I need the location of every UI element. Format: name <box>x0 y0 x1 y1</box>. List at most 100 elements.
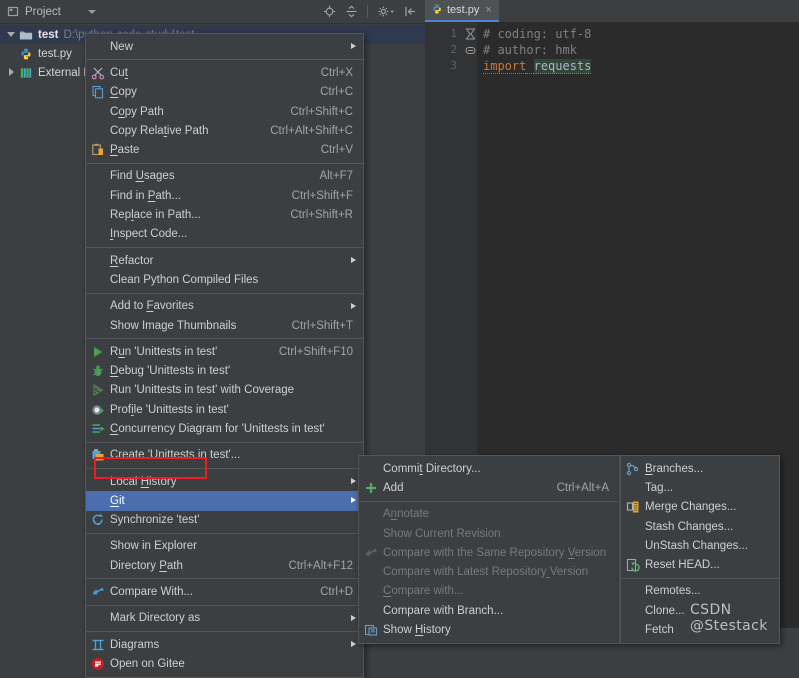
submenu-arrow-icon <box>351 641 356 648</box>
context-menu-item-cut[interactable]: Cut Ctrl+X <box>86 63 363 82</box>
context-menu-item-debug-unittests-in-test[interactable]: Debug 'Unittests in test' <box>86 361 363 380</box>
context-menu-item-refactor[interactable]: Refactor <box>86 251 363 270</box>
toolbar-divider <box>367 5 368 18</box>
fold-collapsed-icon[interactable] <box>463 26 477 42</box>
menu-item-label: Diagrams <box>110 638 160 651</box>
context-menu-item-mark-directory-as[interactable]: Mark Directory as <box>86 609 363 628</box>
context-menu-item-paste[interactable]: Paste Ctrl+V <box>86 140 363 159</box>
menu-item-label: Compare with Branch... <box>383 604 504 617</box>
reset-head-icon <box>621 558 645 572</box>
menu-item-label: Paste <box>110 144 140 157</box>
python-file-icon <box>19 47 34 61</box>
menu-item-label: Replace in Path... <box>110 209 201 222</box>
context-menu-item-run-unittests-in-test[interactable]: Run 'Unittests in test' Ctrl+Shift+F10 <box>86 342 363 361</box>
hide-panel-icon[interactable] <box>404 5 417 18</box>
git-menu2-item-branches[interactable]: Branches... <box>621 459 779 478</box>
context-menu-item-run-unittests-in-test-with-coverage[interactable]: Run 'Unittests in test' with Coverage <box>86 381 363 400</box>
context-menu-item-new[interactable]: New <box>86 37 363 56</box>
python-file-icon <box>431 3 443 18</box>
git-menu-item-compare-with-branch[interactable]: Compare with Branch... <box>359 601 619 620</box>
expand-arrow-icon[interactable] <box>6 29 17 40</box>
menu-separator <box>621 577 779 579</box>
git-menu-item-show-history[interactable]: Show History <box>359 620 619 639</box>
editor-tab-bar: test.py × <box>425 0 799 22</box>
git-menu-item-add[interactable]: Add Ctrl+Alt+A <box>359 478 619 497</box>
menu-item-label: Compare with the Same Repository Version <box>383 546 607 559</box>
context-menu-item-inspect-code[interactable]: Inspect Code... <box>86 225 363 244</box>
context-menu-item-directory-path[interactable]: Directory Path Ctrl+Alt+F12 <box>86 556 363 575</box>
menu-item-shortcut: Ctrl+Alt+A <box>556 481 609 494</box>
git-menu2-item-reset-head[interactable]: Reset HEAD... <box>621 555 779 574</box>
project-panel-toolbar <box>323 5 425 18</box>
menu-item-label: Show Current Revision <box>383 527 501 540</box>
menu-separator <box>86 338 363 340</box>
menu-item-label: Local History <box>110 475 177 488</box>
fold-minus-icon[interactable] <box>463 42 477 58</box>
git-menu2-item-stash-changes[interactable]: Stash Changes... <box>621 517 779 536</box>
context-menu-item-diagrams[interactable]: Diagrams <box>86 635 363 654</box>
context-menu-item-copy[interactable]: Copy Ctrl+C <box>86 83 363 102</box>
menu-item-label: Mark Directory as <box>110 612 201 625</box>
chevron-down-icon[interactable] <box>87 9 96 14</box>
collapse-arrow-icon[interactable] <box>6 67 17 78</box>
git-menu-item-commit-directory[interactable]: Commit Directory... <box>359 459 619 478</box>
menu-item-label: Open on Gitee <box>110 657 185 670</box>
menu-item-label: UnStash Changes... <box>645 539 748 552</box>
context-menu-item-open-on-gitee[interactable]: Open on Gitee <box>86 654 363 673</box>
context-menu-item-show-in-explorer[interactable]: Show in Explorer <box>86 537 363 556</box>
menu-item-label: Synchronize 'test' <box>110 514 200 527</box>
context-menu-item-synchronize-test[interactable]: Synchronize 'test' <box>86 511 363 530</box>
project-panel-title-group[interactable]: Project <box>0 5 96 18</box>
debug-bug-icon <box>86 364 110 378</box>
context-menu-item-find-usages[interactable]: Find Usages Alt+F7 <box>86 167 363 186</box>
git-menu-item-compare-with: Compare with... <box>359 582 619 601</box>
git-menu2-item-tag[interactable]: Tag... <box>621 478 779 497</box>
menu-item-label: Create 'Unittests in test'... <box>110 449 241 462</box>
close-icon[interactable]: × <box>485 4 491 16</box>
context-menu-item-clean-python-compiled-files[interactable]: Clean Python Compiled Files <box>86 270 363 289</box>
menu-item-shortcut: Ctrl+C <box>320 86 353 99</box>
context-menu-item-compare-with[interactable]: Compare With... Ctrl+D <box>86 582 363 601</box>
menu-item-label: Copy Relative Path <box>110 124 209 137</box>
line-number: 1 <box>450 27 457 40</box>
menu-separator <box>86 467 363 469</box>
project-window-icon <box>7 5 20 18</box>
menu-separator <box>86 441 363 443</box>
code-line-3: import requests <box>483 58 799 74</box>
paste-icon <box>86 143 110 157</box>
project-panel-title: Project <box>25 5 61 18</box>
concurrency-diagram-icon <box>86 422 110 436</box>
context-menu-item-git[interactable]: Git <box>86 491 363 511</box>
menu-item-label: Add to Favorites <box>110 300 194 313</box>
menu-item-label: Merge Changes... <box>645 501 737 514</box>
context-menu-item-copy-relative-path[interactable]: Copy Relative Path Ctrl+Alt+Shift+C <box>86 121 363 140</box>
diagrams-icon <box>86 638 110 652</box>
code-line-2: # author: hmk <box>483 42 799 58</box>
menu-item-label: Commit Directory... <box>383 462 481 475</box>
context-menu-item-find-in-path[interactable]: Find in Path... Ctrl+Shift+F <box>86 186 363 205</box>
context-menu-item-local-history[interactable]: Local History <box>86 472 363 491</box>
menu-item-label: Cut <box>110 66 128 79</box>
locate-target-icon[interactable] <box>323 5 336 18</box>
menu-item-label: Find in Path... <box>110 189 181 202</box>
settings-gear-icon[interactable] <box>377 5 395 18</box>
git-submenu: Commit Directory... Add Ctrl+Alt+A Annotate… <box>358 455 620 644</box>
context-menu-item-profile-unittests-in-test[interactable]: Profile 'Unittests in test' <box>86 400 363 419</box>
git-menu2-item-unstash-changes[interactable]: UnStash Changes... <box>621 536 779 555</box>
context-menu-item-concurrency-diagram-for-unittests-in-test[interactable]: Concurrency Diagram for 'Unittests in te… <box>86 419 363 438</box>
tab-test-py[interactable]: test.py × <box>425 0 499 22</box>
context-menu-item-show-image-thumbnails[interactable]: Show Image Thumbnails Ctrl+Shift+T <box>86 316 363 335</box>
synchronize-icon <box>86 513 110 527</box>
git-menu2-item-merge-changes[interactable]: Merge Changes... <box>621 498 779 517</box>
context-menu-item-copy-path[interactable]: Copy Path Ctrl+Shift+C <box>86 102 363 121</box>
git-menu-item-compare-with-latest-repository-version: Compare with Latest Repository Version <box>359 562 619 581</box>
collapse-all-icon[interactable] <box>345 5 358 18</box>
context-menu-item-add-to-favorites[interactable]: Add to Favorites <box>86 297 363 316</box>
menu-item-shortcut: Ctrl+Shift+F10 <box>278 345 353 358</box>
menu-separator <box>86 631 363 633</box>
context-menu-item-replace-in-path[interactable]: Replace in Path... Ctrl+Shift+R <box>86 205 363 224</box>
git-menu2-item-remotes[interactable]: Remotes... <box>621 582 779 601</box>
context-menu-item-create-unittests-in-test[interactable]: Create 'Unittests in test'... <box>86 446 363 465</box>
submenu-arrow-icon <box>351 302 356 309</box>
menu-separator <box>86 292 363 294</box>
